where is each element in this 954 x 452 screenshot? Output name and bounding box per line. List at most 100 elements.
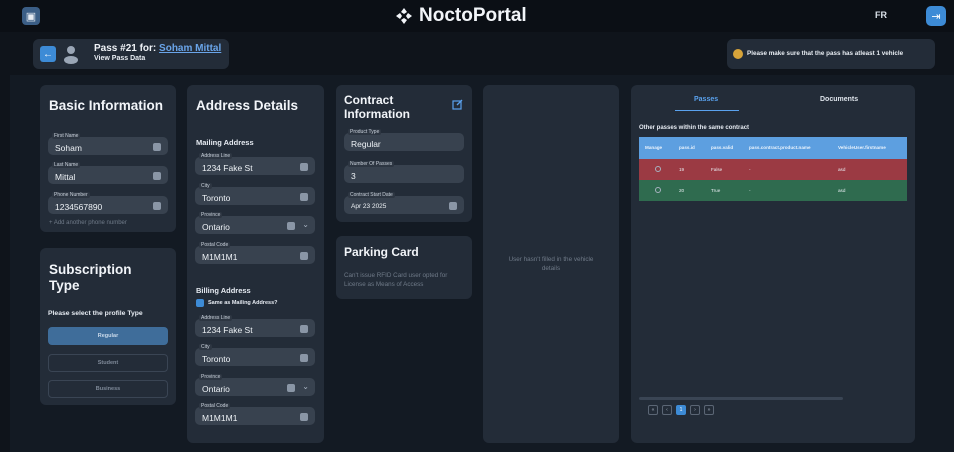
person-icon	[153, 143, 161, 151]
first-name-field[interactable]: First Name Soham	[48, 133, 168, 155]
column-header[interactable]: pass.valid	[711, 145, 733, 150]
phone-field[interactable]: Phone Number 1234567890	[48, 192, 168, 214]
brand-name: NoctoPortal	[419, 5, 527, 26]
mailing-city-field[interactable]: City Toronto	[195, 183, 315, 205]
billing-province-select[interactable]: Province Ontario ⌄	[195, 374, 315, 396]
manage-icon[interactable]	[655, 187, 661, 193]
first-name-value: Soham	[55, 143, 82, 153]
last-name-field[interactable]: Last Name Mittal	[48, 162, 168, 184]
contract-card: Contract Information Product Type Regula…	[336, 85, 472, 222]
passes-count-field[interactable]: Number Of Passes 3	[344, 161, 464, 183]
billing-postal-value: M1M1M1	[202, 413, 238, 423]
billing-city-field[interactable]: City Toronto	[195, 344, 315, 366]
billing-line-value: 1234 Fake St	[202, 325, 253, 335]
phone-value: 1234567890	[55, 202, 103, 212]
billing-province-label: Province	[199, 374, 223, 380]
location-icon	[300, 193, 308, 201]
mailing-postal-field[interactable]: Postal Code M1M1M1	[195, 242, 315, 264]
product-type-label: Product Type	[348, 129, 382, 135]
mailing-line-field[interactable]: Address Line 1234 Fake St	[195, 153, 315, 175]
last-page-icon[interactable]: »	[704, 405, 714, 415]
phone-label: Phone Number	[52, 192, 90, 198]
next-page-icon[interactable]: ›	[690, 405, 700, 415]
same-as-mailing-checkbox[interactable]	[196, 299, 204, 307]
start-date-value: Apr 23 2025	[351, 203, 387, 210]
table-scrollbar[interactable]	[639, 397, 843, 400]
brand: NoctoPortal	[394, 5, 527, 27]
column-header[interactable]: pass.contract.product.name	[749, 145, 811, 150]
prev-page-icon[interactable]: ‹	[662, 405, 672, 415]
user-link[interactable]: Soham Mittal	[159, 43, 221, 54]
edit-icon[interactable]	[452, 99, 463, 110]
parking-message: Can't issue RFID Card user opted for Lic…	[344, 272, 448, 288]
vehicle-message: User hasn't filled in the vehicle detail…	[508, 256, 594, 272]
vehicle-card: User hasn't filled in the vehicle detail…	[483, 85, 619, 443]
basic-info-card: Basic Information First Name Soham Last …	[40, 85, 176, 232]
product-type-field[interactable]: Product Type Regular	[344, 129, 464, 151]
back-button[interactable]: ←	[40, 46, 56, 62]
calendar-icon[interactable]	[449, 202, 457, 210]
address-title: Address Details	[196, 98, 299, 113]
brand-logo-icon	[396, 8, 412, 24]
contract-title-line2: Information	[344, 107, 410, 121]
billing-city-label: City	[199, 344, 212, 350]
cell-pass-id: 19	[679, 167, 685, 172]
parking-title: Parking Card	[344, 245, 419, 259]
mailing-line-label: Address Line	[199, 153, 233, 159]
passes-panel: Passes Documents Other passes within the…	[631, 85, 915, 443]
contract-title-line1: Contract	[344, 93, 394, 107]
type-regular-button[interactable]: Regular	[48, 327, 168, 345]
language-toggle[interactable]: FR	[875, 10, 887, 20]
tabs: Passes Documents	[631, 85, 915, 113]
cell-pass-valid: True	[711, 188, 721, 193]
tab-documents[interactable]: Documents	[820, 96, 858, 103]
warning-text: Please make sure that the pass has atlea…	[747, 50, 904, 57]
cell-product: -	[749, 167, 751, 172]
pass-header: ← Pass #21 for: Soham Mittal View Pass D…	[33, 39, 229, 69]
start-date-label: Contract Start Date	[348, 192, 395, 198]
mailing-title: Mailing Address	[196, 138, 254, 147]
table-row[interactable]: 19 False - asd	[639, 159, 907, 180]
column-header[interactable]: pass.id	[679, 145, 695, 150]
location-icon	[300, 413, 308, 421]
first-page-icon[interactable]: «	[648, 405, 658, 415]
billing-postal-field[interactable]: Postal Code M1M1M1	[195, 403, 315, 425]
cell-pass-valid: False	[711, 167, 723, 172]
phone-icon	[153, 202, 161, 210]
tab-passes[interactable]: Passes	[694, 96, 718, 103]
cell-firstname: asd	[838, 188, 846, 193]
location-icon	[300, 325, 308, 333]
table-header: Manage pass.id pass.valid pass.contract.…	[639, 137, 907, 159]
passes-count-value: 3	[351, 171, 356, 181]
billing-province-value: Ontario	[202, 384, 230, 394]
column-header[interactable]: VehicleUser.firstname	[838, 145, 886, 150]
chevron-down-icon[interactable]: ⌄	[302, 220, 309, 229]
cell-product: -	[749, 188, 751, 193]
page-number[interactable]: 1	[676, 405, 686, 415]
warning-icon	[733, 49, 743, 59]
type-business-button[interactable]: Business	[48, 380, 168, 398]
passes-count-label: Number Of Passes	[348, 161, 395, 167]
mailing-postal-value: M1M1M1	[202, 252, 238, 262]
column-header[interactable]: Manage	[645, 145, 662, 150]
app-menu-icon[interactable]: ▣	[22, 7, 40, 25]
billing-city-value: Toronto	[202, 354, 231, 364]
subscription-prompt: Please select the profile Type	[48, 310, 143, 317]
manage-icon[interactable]	[655, 166, 661, 172]
add-phone-link[interactable]: + Add another phone number	[49, 220, 127, 226]
product-type-value: Regular	[351, 139, 381, 149]
address-card: Address Details Mailing Address Address …	[187, 85, 324, 443]
table-row[interactable]: 20 True - asd	[639, 180, 907, 201]
passes-heading: Other passes within the same contract	[639, 125, 750, 131]
contract-title: Contract Information	[344, 93, 410, 121]
mailing-province-select[interactable]: Province Ontario ⌄	[195, 212, 315, 234]
billing-line-field[interactable]: Address Line 1234 Fake St	[195, 315, 315, 337]
user-icon	[64, 46, 78, 64]
mailing-city-value: Toronto	[202, 193, 231, 203]
billing-line-label: Address Line	[199, 315, 233, 321]
logout-icon[interactable]: ⇥	[926, 6, 946, 26]
chevron-down-icon[interactable]: ⌄	[302, 382, 309, 391]
top-bar: ▣ NoctoPortal FR ⇥	[0, 0, 954, 32]
type-student-button[interactable]: Student	[48, 354, 168, 372]
start-date-field[interactable]: Contract Start Date Apr 23 2025	[344, 192, 464, 214]
